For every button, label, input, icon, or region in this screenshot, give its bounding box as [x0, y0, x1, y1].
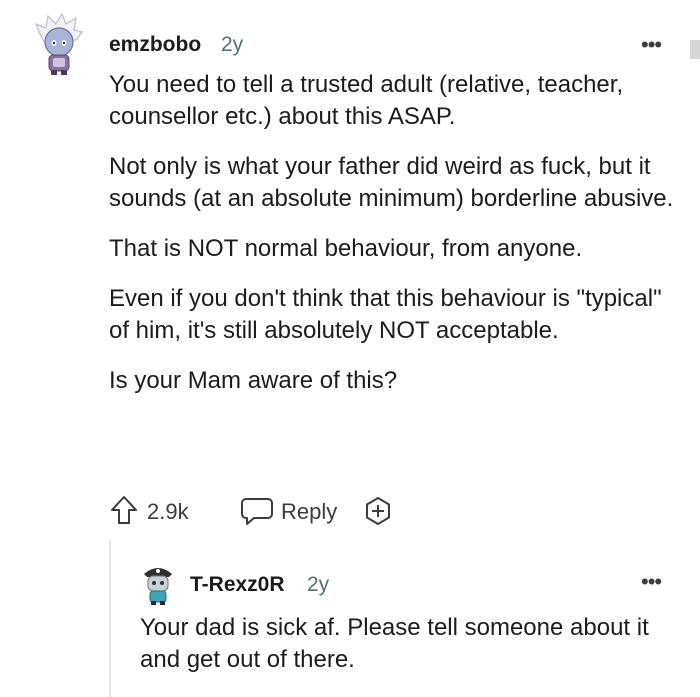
- vote-count: 2.9k: [147, 499, 189, 524]
- speech-bubble-icon[interactable]: [240, 496, 274, 526]
- award-plus-icon[interactable]: [362, 496, 394, 528]
- reply-age: 2y: [307, 573, 330, 596]
- upvote-arrow-icon[interactable]: [109, 494, 141, 526]
- comment-body: You need to tell a trusted adult (relati…: [109, 69, 679, 397]
- comment-paragraph: Even if you don't think that this behavi…: [109, 285, 662, 344]
- comment-paragraph: You need to tell a trusted adult (relati…: [109, 71, 624, 130]
- comment-paragraph: Not only is what your father did weird a…: [109, 153, 674, 212]
- reply-body: Your dad is sick af. Please tell someone…: [140, 612, 660, 676]
- more-options-icon[interactable]: •••: [641, 34, 662, 56]
- comment-paragraph: Is your Mam aware of this?: [109, 367, 398, 394]
- pirate-robot-avatar-icon: [144, 568, 172, 605]
- comment-username[interactable]: emzbobo: [109, 33, 201, 57]
- reply-username[interactable]: T-Rexz0R: [190, 573, 285, 597]
- more-options-icon[interactable]: •••: [641, 571, 662, 593]
- reply-button[interactable]: Reply: [281, 499, 337, 525]
- avatar[interactable]: [141, 562, 175, 606]
- reply-paragraph: Your dad is sick af. Please tell someone…: [140, 614, 649, 673]
- robot-snowman-avatar-icon: [34, 12, 84, 75]
- avatar[interactable]: [34, 12, 84, 76]
- scrollbar-thumb[interactable]: [690, 40, 700, 59]
- comment-paragraph: That is NOT normal behaviour, from anyon…: [109, 235, 583, 262]
- thread-line[interactable]: [109, 540, 111, 697]
- comment-age: 2y: [221, 33, 244, 56]
